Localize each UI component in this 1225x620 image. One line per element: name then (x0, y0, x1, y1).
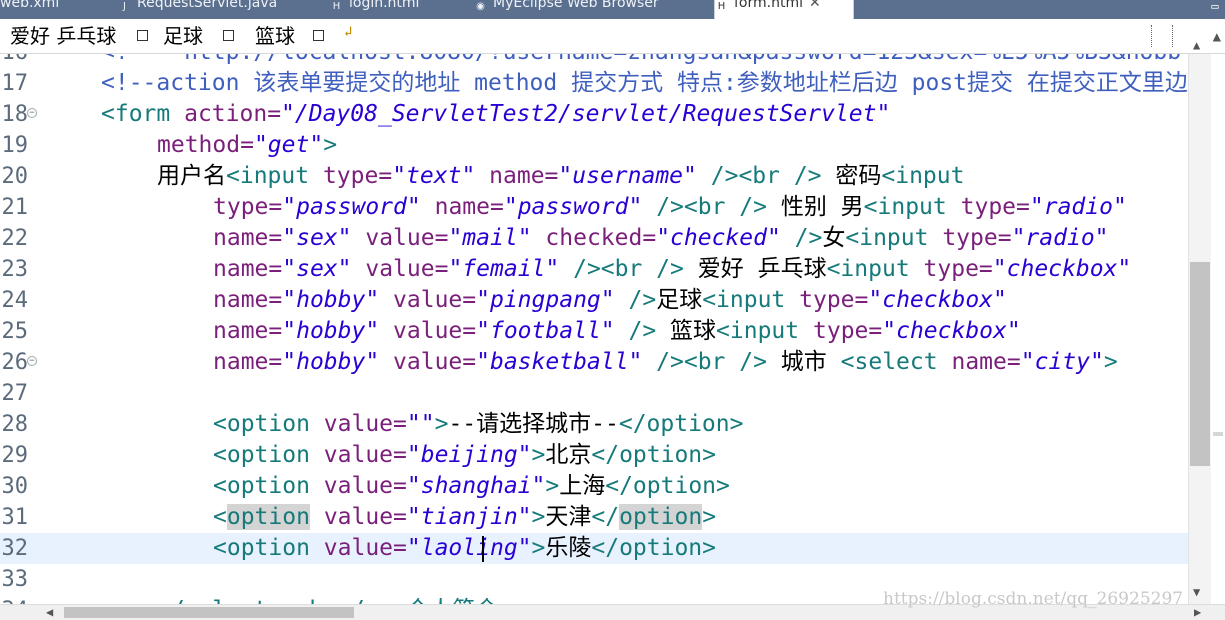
globe-icon: ◉ (476, 1, 485, 12)
scrollbar-thumb[interactable] (1190, 262, 1210, 466)
code-line: 22 name="sex" value="mail" checked="chec… (0, 223, 1188, 254)
chevron-left-icon[interactable]: ◀ (46, 605, 53, 619)
html-file-icon: H (717, 1, 726, 12)
code-line: 28 <option value="">--请选择城市--</option> (0, 409, 1188, 440)
tab-label: form.html (734, 0, 803, 11)
chevron-up-icon[interactable]: ▲ (1193, 38, 1200, 52)
line-number: 20 (1, 164, 29, 189)
editor-tab-bar: web.xml J RequestServlet.java Hlogin.html… (0, 0, 1225, 19)
code-text: name="hobby" value="basketball" /><br />… (213, 349, 1118, 375)
tab-form-html[interactable]: Hform.html ✕ (714, 0, 854, 19)
watermark: https://blog.csdn.net/qq_26925297 (883, 589, 1184, 609)
code-text: name="sex" value="femail" /><br /> 爱好 乒乓… (213, 256, 1132, 282)
code-line: 16 <!-- http://localhost:8080/?username=… (0, 54, 1188, 68)
code-text: <option value="shanghai">上海</option> (213, 473, 730, 499)
code-text: name="hobby" value="pingpang" />足球<input… (213, 287, 1007, 313)
code-text: <!-- http://localhost:8080/?username=zha… (101, 54, 1181, 68)
preview-football-label: 足球 (163, 24, 203, 48)
tab-myeclipse-web-browser[interactable]: ◉ MyEclipse Web Browser (474, 0, 704, 15)
code-text: type="password" name="password" /><br />… (213, 194, 1127, 220)
minimize-icon[interactable]: ▭ (1209, 0, 1221, 14)
chevron-right-icon[interactable]: ▶ (1194, 605, 1201, 619)
line-number: 18 (1, 102, 29, 127)
preview-hobby-label: 爱好 乒乓球 (10, 24, 117, 48)
chevron-up-icon[interactable]: ▲ (1213, 29, 1221, 45)
line-number: 16 (0, 54, 29, 68)
vertical-scrollbar[interactable]: ▲ ▼ (1188, 38, 1211, 606)
code-text: <form action="/Day08_ServletTest2/servle… (101, 101, 891, 127)
close-icon[interactable]: ✕ (809, 0, 821, 10)
collapse-icon[interactable]: − (27, 356, 37, 366)
preview-ruler (1151, 25, 1173, 47)
line-number: 22 (1, 226, 29, 251)
scrollbar-thumb[interactable] (64, 607, 354, 618)
code-line-current: 32 <option value="laoling">乐陵</option> (0, 533, 1188, 564)
line-break-icon: ↲ (344, 24, 353, 40)
line-number: 30 (1, 474, 29, 499)
code-line: 17 <!--action 该表单要提交的地址 method 提交方式 特点:参… (0, 68, 1188, 99)
code-text: 用户名<input type="text" name="username" />… (157, 163, 965, 189)
overview-marker[interactable] (1213, 432, 1223, 436)
code-line: 31 <option value="tianjin">天津</option> (0, 502, 1188, 533)
code-text: name="sex" value="mail" checked="checked… (213, 225, 1109, 251)
code-text: name="hobby" value="football" /> 篮球<inpu… (213, 318, 1021, 344)
code-line: 23 name="sex" value="femail" /><br /> 爱好… (0, 254, 1188, 285)
code-text: <option value="beijing">北京</option> (213, 442, 716, 468)
pingpang-checkbox[interactable] (137, 30, 148, 41)
line-number: 32 (1, 536, 29, 561)
line-number: 24 (1, 288, 29, 313)
line-number: 28 (1, 412, 29, 437)
code-text: <option value="laoling">乐陵</option> (213, 535, 716, 561)
code-line: 27 (0, 378, 1188, 409)
code-line: 26 − name="hobby" value="basketball" /><… (0, 347, 1188, 378)
code-line: 20 用户名<input type="text" name="username"… (0, 161, 1188, 192)
line-number: 33 (1, 567, 29, 592)
code-line: 18 − <form action="/Day08_ServletTest2/s… (0, 99, 1188, 130)
code-line: 25 name="hobby" value="football" /> 篮球<i… (0, 316, 1188, 347)
code-text: <!--action 该表单要提交的地址 method 提交方式 特点:参数地址… (101, 70, 1188, 96)
line-number: 17 (1, 71, 29, 96)
code-line: 19 method="get"> (0, 130, 1188, 161)
line-number: 31 (1, 505, 29, 530)
code-line: 21 type="password" name="password" /><br… (0, 192, 1188, 223)
tab-label: login.html (349, 0, 420, 11)
tab-request-servlet-java[interactable]: J RequestServlet.java (118, 0, 308, 15)
tab-label: web.xml (0, 0, 60, 11)
tab-login-html[interactable]: Hlogin.html (330, 0, 450, 15)
tab-label: RequestServlet.java (137, 0, 278, 11)
code-text: method="get"> (157, 132, 338, 158)
code-editor[interactable]: 16 <!-- http://localhost:8080/?username=… (0, 54, 1188, 606)
text-caret (482, 536, 484, 562)
collapse-icon[interactable]: − (27, 108, 37, 118)
tab-label: MyEclipse Web Browser (493, 0, 659, 11)
design-preview-bar: 爱好 乒乓球 足球 篮球 ↲ ▲ (0, 19, 1225, 54)
tab-web-xml[interactable]: web.xml (0, 0, 112, 15)
code-line: 29 <option value="beijing">北京</option> (0, 440, 1188, 471)
code-line: 24 name="hobby" value="pingpang" />足球<in… (0, 285, 1188, 316)
football-checkbox[interactable] (223, 30, 234, 41)
preview-basketball-label: 篮球 (255, 24, 295, 48)
line-number: 21 (1, 195, 29, 220)
basketball-checkbox[interactable] (313, 30, 324, 41)
line-number: 26 (1, 350, 29, 375)
line-number: 27 (1, 381, 29, 406)
code-text: <option value="tianjin">天津</option> (213, 504, 717, 530)
chevron-down-icon[interactable]: ▼ (1193, 585, 1200, 599)
line-number: 19 (1, 133, 29, 158)
code-text: <option value="">--请选择城市--</option> (213, 411, 744, 437)
line-number: 23 (1, 257, 29, 282)
code-line: 30 <option value="shanghai">上海</option> (0, 471, 1188, 502)
html-file-icon: H (332, 1, 341, 12)
line-number: 29 (1, 443, 29, 468)
overview-ruler[interactable] (1211, 54, 1225, 606)
java-file-icon: J (123, 1, 126, 12)
line-number: 25 (1, 319, 29, 344)
